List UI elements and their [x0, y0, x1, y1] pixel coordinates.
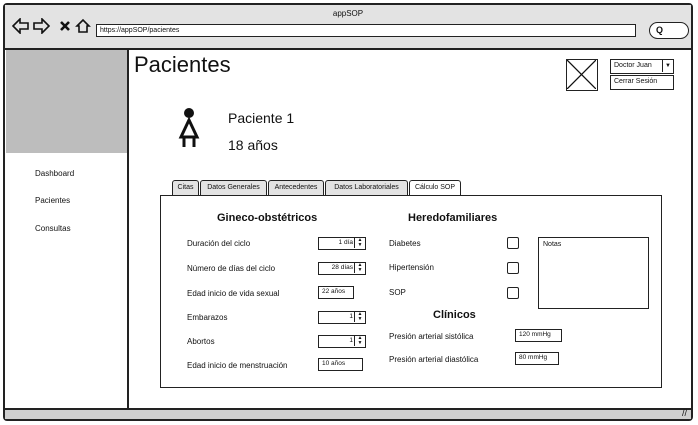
label-diabetes: Diabetes	[389, 239, 421, 248]
label-embarazos: Embarazos	[187, 313, 228, 322]
search-icon: Q	[656, 25, 664, 35]
status-bar: //	[5, 408, 691, 419]
hipertension-checkbox[interactable]	[507, 262, 519, 274]
notes-textarea[interactable]: Notas	[538, 237, 649, 309]
tab-calculo-sop[interactable]: Cálculo SOP	[409, 180, 461, 195]
duracion-ciclo-value: 1 día	[338, 239, 353, 246]
label-menstruacion: Edad inicio de menstruación	[187, 361, 288, 370]
label-hipertension: Hipertensión	[389, 263, 434, 272]
chevron-down-icon: ▼	[662, 60, 673, 72]
sidebar-item-dashboard[interactable]: Dashboard	[35, 169, 74, 178]
user-name: Doctor Juan	[614, 62, 652, 69]
heredo-title: Heredofamiliares	[408, 212, 498, 224]
patient-avatar-icon	[176, 107, 202, 154]
resize-grip-icon[interactable]: //	[682, 408, 687, 418]
patient-age: 18 años	[228, 137, 278, 153]
home-icon[interactable]	[75, 18, 91, 38]
url-input[interactable]: https://appSOP/pacientes	[96, 24, 636, 37]
gineco-title: Gineco-obstétricos	[217, 212, 318, 224]
label-abortos: Abortos	[187, 337, 215, 346]
logout-button[interactable]: Cerrar Sesión	[610, 75, 674, 90]
vida-sexual-input[interactable]: 22 años	[318, 286, 354, 299]
sidebar: Dashboard Pacientes Consultas	[6, 50, 129, 408]
user-dropdown[interactable]: Doctor Juan ▼	[610, 59, 674, 74]
tab-antecedentes[interactable]: Antecedentes	[268, 180, 324, 195]
label-sop: SOP	[389, 288, 406, 297]
duracion-ciclo-stepper[interactable]: 1 día ▲ ▼	[318, 237, 366, 250]
close-icon[interactable]	[59, 18, 71, 38]
numero-dias-stepper[interactable]: 28 días ▲ ▼	[318, 262, 366, 275]
sop-checkbox[interactable]	[507, 287, 519, 299]
label-numero-dias: Número de días del ciclo	[187, 264, 276, 273]
label-sistolica: Presión arterial sistólica	[389, 332, 474, 341]
sistolica-input[interactable]: 120 mmHg	[515, 329, 562, 342]
back-icon[interactable]	[11, 17, 29, 38]
label-duracion-ciclo: Duración del ciclo	[187, 239, 251, 248]
image-placeholder-icon	[566, 59, 598, 91]
embarazos-value: 1	[349, 313, 353, 320]
diabetes-checkbox[interactable]	[507, 237, 519, 249]
tab-citas[interactable]: Citas	[172, 180, 199, 195]
clinicos-title: Clínicos	[433, 309, 476, 321]
forward-icon[interactable]	[33, 17, 51, 38]
stepper-arrows-icon[interactable]: ▲ ▼	[354, 336, 365, 346]
label-diastolica: Presión arterial diastólica	[389, 355, 479, 364]
page-title: Pacientes	[134, 52, 231, 77]
stepper-arrows-icon[interactable]: ▲ ▼	[354, 312, 365, 322]
stepper-arrows-icon[interactable]: ▲ ▼	[354, 238, 365, 248]
menstruacion-input[interactable]: 10 años	[318, 358, 363, 371]
embarazos-stepper[interactable]: 1 ▲ ▼	[318, 311, 366, 324]
title-bar: appSOP https://appSOP/pacientes Q	[5, 5, 691, 50]
numero-dias-value: 28 días	[331, 264, 353, 271]
stepper-arrows-icon[interactable]: ▲ ▼	[354, 263, 365, 273]
search-button[interactable]: Q	[649, 22, 689, 39]
label-vida-sexual: Edad inicio de vida sexual	[187, 289, 280, 298]
window-title: appSOP	[332, 9, 364, 18]
notes-placeholder: Notas	[543, 241, 562, 248]
logo-placeholder	[6, 50, 127, 153]
diastolica-input[interactable]: 80 mmHg	[515, 352, 559, 365]
abortos-value: 1	[349, 337, 353, 344]
patient-name: Paciente 1	[228, 110, 295, 126]
sidebar-item-consultas[interactable]: Consultas	[35, 224, 71, 233]
sidebar-item-pacientes[interactable]: Pacientes	[35, 196, 70, 205]
tab-datos-laboratoriales[interactable]: Datos Laboratoriales	[325, 180, 408, 195]
abortos-stepper[interactable]: 1 ▲ ▼	[318, 335, 366, 348]
tab-datos-generales[interactable]: Datos Generales	[200, 180, 267, 195]
